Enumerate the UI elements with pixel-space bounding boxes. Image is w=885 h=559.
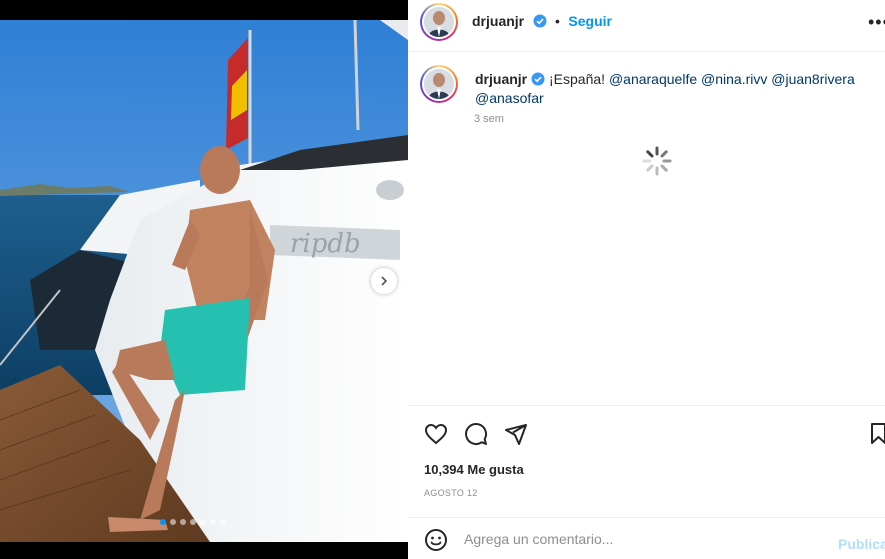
follow-button[interactable]: Seguir bbox=[568, 13, 612, 29]
carousel-indicator bbox=[160, 519, 226, 525]
svg-text:ripdb: ripdb bbox=[290, 229, 361, 259]
publish-button[interactable]: Publica bbox=[838, 536, 885, 552]
post-details-panel: drjuanjr • Seguir ••• drjuanjr ¡Españ bbox=[408, 0, 885, 559]
likes-count[interactable]: 10,394 Me gusta bbox=[424, 462, 524, 477]
caption-text: ¡España! bbox=[549, 71, 606, 87]
emoji-icon bbox=[425, 529, 447, 551]
comment-bar: Publica bbox=[408, 517, 885, 559]
avatar-photo-image bbox=[424, 69, 454, 99]
mention-link[interactable]: @nina.rivv bbox=[701, 71, 767, 87]
more-options-icon[interactable]: ••• bbox=[868, 12, 885, 33]
heart-icon bbox=[424, 423, 448, 445]
yacht-photo-image: ripdb bbox=[0, 20, 408, 542]
carousel-dot bbox=[220, 519, 226, 525]
author-avatar[interactable] bbox=[420, 3, 458, 41]
author-username[interactable]: drjuanjr bbox=[472, 13, 524, 29]
caption-timestamp[interactable]: 3 sem bbox=[474, 113, 504, 125]
carousel-dot bbox=[160, 519, 166, 525]
emoji-button[interactable] bbox=[424, 528, 448, 557]
separator-dot: • bbox=[555, 13, 560, 29]
save-button[interactable] bbox=[870, 422, 885, 451]
carousel-dot bbox=[200, 519, 206, 525]
mention-link[interactable]: @anasofar bbox=[475, 90, 544, 106]
post-header: drjuanjr • Seguir ••• bbox=[408, 0, 885, 52]
caption-username[interactable]: drjuanjr bbox=[475, 71, 527, 87]
bookmark-icon bbox=[871, 423, 885, 444]
like-button[interactable] bbox=[424, 422, 448, 451]
comment-button[interactable] bbox=[464, 422, 488, 451]
carousel-dot bbox=[210, 519, 216, 525]
carousel-dot bbox=[190, 519, 196, 525]
post-actions: 10,394 Me gusta AGOSTO 12 bbox=[408, 405, 885, 517]
chevron-right-icon bbox=[381, 276, 388, 286]
caption-area: drjuanjr ¡España! @anaraquelfe @nina.riv… bbox=[408, 53, 885, 405]
mention-link[interactable]: @juan8rivera bbox=[771, 71, 854, 87]
comment-icon bbox=[465, 423, 488, 445]
verified-badge-icon bbox=[533, 14, 547, 28]
carousel-dot bbox=[180, 519, 186, 525]
spinner-icon bbox=[642, 146, 672, 176]
carousel-dot bbox=[170, 519, 176, 525]
post-photo[interactable]: ripdb bbox=[0, 20, 408, 542]
post-caption: drjuanjr ¡España! @anaraquelfe @nina.riv… bbox=[475, 70, 875, 108]
share-button[interactable] bbox=[504, 422, 528, 451]
caption-author-avatar[interactable] bbox=[420, 65, 458, 103]
mention-link[interactable]: @anaraquelfe bbox=[609, 71, 697, 87]
send-icon bbox=[505, 424, 527, 445]
avatar-photo-image bbox=[424, 7, 454, 37]
post-date: AGOSTO 12 bbox=[424, 488, 478, 498]
post-media: ripdb bbox=[0, 0, 408, 559]
next-slide-button[interactable] bbox=[371, 268, 397, 294]
verified-badge-icon bbox=[531, 72, 545, 86]
comment-input[interactable] bbox=[464, 528, 804, 550]
